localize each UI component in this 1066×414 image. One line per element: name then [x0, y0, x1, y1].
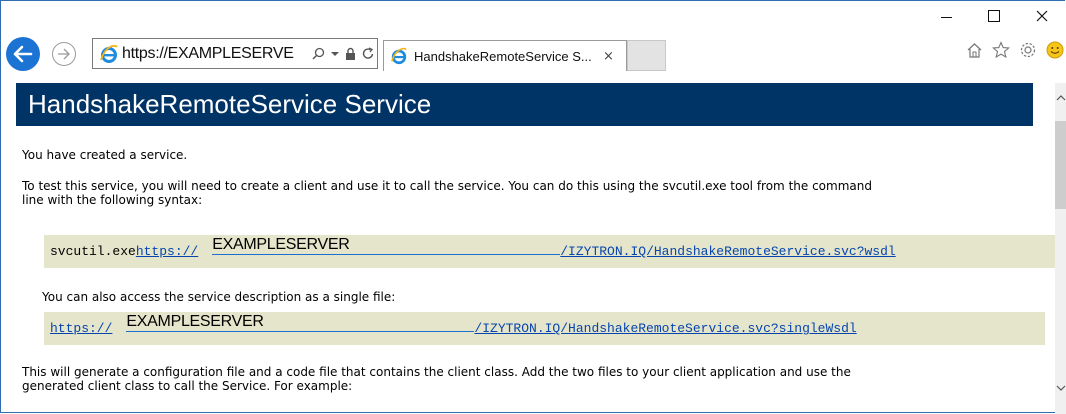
toolbar-icons [965, 41, 1066, 59]
favorites-button[interactable] [992, 41, 1010, 59]
browser-tab-active[interactable]: HandshakeRemoteService S... × [383, 40, 627, 71]
minimize-icon [940, 16, 952, 18]
close-icon [1036, 10, 1048, 22]
singlewsdl-link-path[interactable]: /IZYTRON.IQ/HandshakeRemoteService.svc?s… [474, 321, 856, 336]
lock-icon[interactable] [345, 47, 356, 60]
page-content: HandshakeRemoteService Service You have … [6, 83, 1055, 414]
address-actions [312, 47, 375, 60]
scroll-thumb[interactable] [1055, 121, 1066, 209]
home-icon [967, 42, 981, 58]
page-heading-bar: HandshakeRemoteService Service [16, 83, 1033, 126]
scroll-up-button[interactable] [1055, 91, 1066, 105]
browser-toolbar: https://EXAMPLESERVE HandshakeRemoteServ… [0, 35, 1066, 75]
ie-logo-icon [100, 44, 118, 63]
smiley-feedback-icon [1046, 41, 1064, 59]
test-paragraph-line-1: To test this service, you will need to c… [22, 179, 872, 193]
code-block-wsdl: svcutil.exe https:// EXAMPLESERVER /IZYT… [44, 235, 1055, 268]
home-button[interactable] [965, 41, 983, 59]
code-block-singlewsdl: https:// EXAMPLESERVER /IZYTRON.IQ/Hands… [44, 312, 1045, 345]
generate-paragraph-line-2: generated client class to call the Servi… [22, 379, 353, 393]
svcutil-command: svcutil.exe [50, 244, 136, 259]
settings-button[interactable] [1019, 41, 1037, 59]
address-bar[interactable]: https://EXAMPLESERVE [92, 38, 378, 69]
settings-gear-icon [1020, 42, 1036, 58]
refresh-icon[interactable] [362, 47, 375, 60]
vertical-scrollbar[interactable] [1055, 83, 1066, 414]
search-icon[interactable] [312, 47, 325, 60]
singlewsdl-link-prefix[interactable]: https:// [50, 321, 112, 336]
chevron-down-icon [1056, 385, 1065, 391]
server-name-label: EXAMPLESERVER [126, 313, 475, 332]
scroll-down-button[interactable] [1055, 381, 1066, 395]
new-tab-button[interactable] [627, 40, 666, 71]
generate-paragraph-line-1: This will generate a configuration file … [22, 365, 851, 379]
chevron-up-icon [1056, 95, 1065, 101]
intro-text: You have created a service. [22, 148, 188, 162]
maximize-icon [988, 10, 1000, 22]
dropdown-icon[interactable] [331, 51, 339, 57]
ie-logo-icon [391, 47, 407, 65]
maximize-button[interactable] [970, 0, 1018, 32]
forward-button[interactable] [52, 42, 76, 66]
favorites-star-icon [992, 41, 1010, 59]
feedback-button[interactable] [1046, 41, 1064, 59]
single-file-text: You can also access the service descript… [42, 290, 396, 304]
minimize-button[interactable] [922, 0, 970, 32]
wsdl-link-prefix[interactable]: https:// [136, 244, 198, 259]
server-name-label: EXAMPLESERVER [212, 236, 561, 255]
window-controls [922, 0, 1066, 32]
tab-title: HandshakeRemoteService S... [414, 48, 592, 64]
address-url[interactable]: https://EXAMPLESERVE [122, 45, 308, 63]
forward-arrow-icon [58, 48, 70, 60]
back-arrow-icon [13, 45, 33, 63]
test-paragraph-line-2: line with the following syntax: [22, 193, 203, 207]
tab-close-button[interactable]: × [603, 49, 614, 64]
back-button[interactable] [6, 37, 40, 71]
close-window-button[interactable] [1018, 0, 1066, 32]
page-title: HandshakeRemoteService Service [28, 89, 432, 119]
wsdl-link-path[interactable]: /IZYTRON.IQ/HandshakeRemoteService.svc?w… [560, 244, 895, 259]
